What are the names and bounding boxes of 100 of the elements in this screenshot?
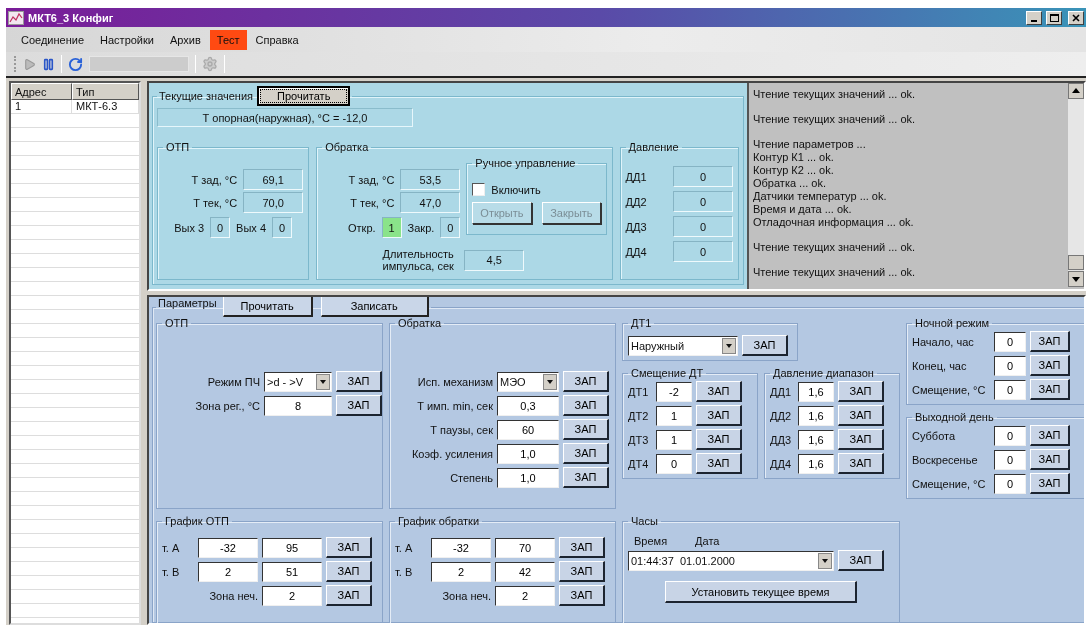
input-field[interactable]: 0 (656, 453, 692, 474)
write-button[interactable]: ЗАП (696, 453, 742, 474)
input-field[interactable]: -2 (656, 381, 692, 402)
app-icon (8, 10, 24, 25)
write-button[interactable]: ЗАП (559, 585, 605, 606)
write-button[interactable]: ЗАП (559, 537, 605, 558)
write-button[interactable]: ЗАП (696, 381, 742, 402)
date-time-picker[interactable]: 01:44:37 01.01.2000 (628, 550, 834, 571)
input-field[interactable]: 2 (431, 561, 491, 582)
column-header[interactable]: Адрес (11, 83, 72, 100)
field-label: ДД1 (770, 385, 793, 398)
menu-item[interactable]: Архив (162, 30, 208, 50)
write-button[interactable]: ЗАП (1030, 355, 1070, 376)
input-field[interactable]: 1,6 (798, 381, 834, 402)
input-field[interactable]: 0 (994, 355, 1026, 376)
write-button[interactable]: ЗАП (1030, 331, 1070, 352)
input-field[interactable]: 2 (198, 561, 258, 582)
write-button[interactable]: ЗАП (563, 395, 609, 416)
write-button[interactable]: ЗАП (563, 443, 609, 464)
input-field[interactable]: 1 (656, 429, 692, 450)
write-button[interactable]: ЗАП (563, 371, 609, 392)
input-field[interactable]: 95 (262, 537, 322, 558)
read-button[interactable]: Прочитать (257, 86, 351, 106)
input-field[interactable]: 1,0 (497, 467, 559, 488)
write-button[interactable]: ЗАП (838, 550, 884, 571)
write-button[interactable]: ЗАП (336, 371, 382, 392)
write-button[interactable]: ЗАП (563, 467, 609, 488)
write-button[interactable]: ЗАП (326, 585, 372, 606)
input-field[interactable]: 60 (497, 419, 559, 440)
caret-icon (543, 373, 557, 390)
input-field[interactable]: 8 (264, 395, 332, 416)
input-field[interactable]: 1 (656, 405, 692, 426)
group-title: Давление диапазон (772, 367, 875, 379)
write-button[interactable]: ЗАП (742, 335, 788, 356)
write-button[interactable]: ЗАП (838, 429, 884, 450)
write-button[interactable]: ЗАП (838, 381, 884, 402)
field-label: Воскресенье (912, 453, 979, 466)
input-field[interactable]: 70 (495, 537, 555, 558)
value-display: 47,0 (400, 192, 461, 213)
close-button[interactable] (1068, 10, 1084, 25)
menu-item[interactable]: Соединение (14, 30, 92, 50)
write-button[interactable]: ЗАП (838, 453, 884, 474)
write-button[interactable]: ЗАП (326, 537, 372, 558)
input-field[interactable]: -32 (198, 537, 258, 558)
write-button[interactable]: ЗАП (1030, 449, 1070, 470)
write-button[interactable]: ЗАП (1030, 425, 1070, 446)
input-field[interactable]: 0 (994, 425, 1026, 446)
write-button[interactable]: ЗАП (563, 419, 609, 440)
input-field[interactable]: 0 (994, 449, 1026, 470)
input-field[interactable]: -32 (431, 537, 491, 558)
minimize-icon (1031, 19, 1037, 22)
maximize-button[interactable] (1046, 10, 1062, 25)
input-field[interactable]: 2 (495, 585, 555, 606)
refresh-icon[interactable] (68, 56, 83, 72)
dropdown[interactable]: Наружный (628, 335, 738, 356)
field-label: Коэф. усиления (410, 447, 493, 460)
field-label: ДД2 (770, 409, 793, 422)
menu-item[interactable]: Тест (209, 30, 247, 50)
input-field[interactable]: 1,0 (497, 443, 559, 464)
input-field[interactable]: 0 (994, 379, 1026, 400)
write-button[interactable]: ЗАП (696, 429, 742, 450)
log-line: Чтение текущих значений ... ok. (753, 241, 917, 254)
field-label: Зона неч. (208, 589, 258, 602)
column-header[interactable]: Тип (72, 83, 139, 100)
input-field[interactable]: 42 (495, 561, 555, 582)
write-button[interactable]: ЗАП (1030, 473, 1070, 494)
dropdown[interactable]: >d - >V (264, 371, 332, 392)
menu-item[interactable]: Справка (248, 30, 306, 50)
log-line: Чтение текущих значений ... ok. (753, 266, 917, 279)
set-time-button[interactable]: Установить текущее время (665, 581, 857, 603)
write-button[interactable]: ЗАП (696, 405, 742, 426)
write-button[interactable]: ЗАП (559, 561, 605, 582)
field-label: т. А (395, 541, 414, 554)
field-label: Режим ПЧ (206, 375, 260, 388)
input-field[interactable]: 2 (262, 585, 322, 606)
input-field[interactable]: 0 (994, 331, 1026, 352)
pause-icon[interactable] (42, 57, 55, 71)
action-button[interactable]: Записать (320, 297, 429, 317)
field-label: ДТ4 (628, 457, 650, 470)
input-field[interactable]: 0 (994, 473, 1026, 494)
write-button[interactable]: ЗАП (336, 395, 382, 416)
input-field[interactable]: 1,6 (798, 429, 834, 450)
checkbox[interactable] (472, 183, 486, 196)
write-button[interactable]: ЗАП (838, 405, 884, 426)
input-field[interactable]: 0,3 (497, 395, 559, 416)
dropdown[interactable]: МЭО (497, 371, 559, 392)
value-display: 0 (673, 166, 733, 187)
write-button[interactable]: ЗАП (1030, 379, 1070, 400)
input-field[interactable]: 1,6 (798, 405, 834, 426)
action-button[interactable]: Прочитать (222, 297, 313, 317)
minimize-button[interactable] (1026, 10, 1042, 25)
field-label: Т паузы, сек (429, 423, 493, 436)
input-field[interactable]: 51 (262, 561, 322, 582)
field-label: Вых 3 (174, 221, 205, 234)
input-field[interactable]: 1,6 (798, 453, 834, 474)
value-display: 0 (272, 217, 292, 238)
menu-item[interactable]: Настройки (93, 30, 161, 50)
write-button[interactable]: ЗАП (326, 561, 372, 582)
value-display: 0 (673, 191, 733, 212)
scrollbar[interactable] (1068, 83, 1084, 287)
